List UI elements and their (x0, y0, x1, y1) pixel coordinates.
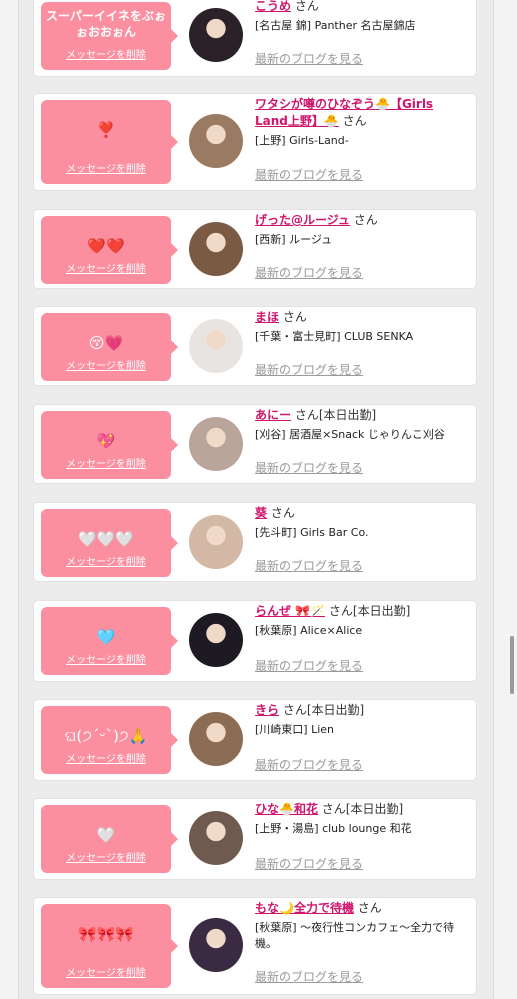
attendance-status: [本日出勤] (318, 408, 377, 422)
shop-info: [西新] ルージュ (255, 233, 333, 246)
honorific: さん (328, 604, 353, 618)
message-bubble: スーパーイイネをぶぉぉおおぉん メッセージを削除 (41, 2, 178, 70)
honorific: さん (294, 0, 319, 13)
delete-message-link[interactable]: メッセージを削除 (41, 853, 171, 865)
message-card: 💖 メッセージを削除 あにー さん[本日出勤] [刈谷] 居酒屋×Snack じ… (34, 405, 476, 483)
delete-message-link[interactable]: メッセージを削除 (41, 361, 171, 373)
message-text: 🤍🤍🤍 (77, 530, 135, 548)
cast-name-link[interactable]: げった@ルージュ (255, 213, 350, 227)
message-card: 🤍🤍🤍 メッセージを削除 葵 さん [先斗町] Girls Bar Co. 最新… (34, 503, 476, 581)
message-text: 😚💗 (88, 334, 124, 352)
message-bubble: ଘ(੭ˊᵕˋ)੭🙏 メッセージを削除 (41, 706, 178, 774)
honorific: さん (342, 114, 367, 128)
cast-name-link[interactable]: あにー (255, 408, 291, 422)
honorific: さん (282, 703, 307, 717)
delete-message-link[interactable]: メッセージを削除 (41, 164, 171, 176)
shop-info: [千葉・富士見町] CLUB SENKA (255, 330, 414, 343)
honorific: さん (270, 506, 295, 520)
attendance-status: [本日出勤] (352, 604, 411, 618)
cast-name-link[interactable]: もな🌙全力で待機 (255, 901, 354, 915)
honorific: さん (353, 213, 378, 227)
latest-blog-link[interactable]: 最新のブログを見る (255, 659, 363, 673)
message-text: 💖 (96, 432, 116, 450)
delete-message-link[interactable]: メッセージを削除 (41, 459, 171, 471)
latest-blog-link[interactable]: 最新のブログを見る (255, 758, 363, 772)
shop-info: [名古屋 錦] Panther 名古屋錦店 (255, 19, 416, 32)
message-card: 😚💗 メッセージを削除 まほ さん [千葉・富士見町] CLUB SENKA 最… (34, 307, 476, 385)
avatar[interactable] (189, 712, 243, 766)
cast-name-link[interactable]: きら (255, 703, 279, 717)
cast-name-link[interactable]: こうめ (255, 0, 291, 13)
avatar[interactable] (189, 811, 243, 865)
message-card: 🤍 メッセージを削除 ひな🐣和花 さん[本日出勤] [上野・湯島] club l… (34, 799, 476, 879)
latest-blog-link[interactable]: 最新のブログを見る (255, 857, 363, 871)
cast-name-link[interactable]: ひな🐣和花 (255, 802, 318, 816)
message-text: ❤️❤️ (87, 237, 125, 255)
honorific: さん (282, 310, 307, 324)
message-card: ❣️ メッセージを削除 ワタシが噂のひなぞう🐣【Girls Land上野】🐣 さ… (34, 94, 476, 190)
shop-info: [秋葉原] Alice×Alice (255, 624, 363, 637)
latest-blog-link[interactable]: 最新のブログを見る (255, 970, 363, 984)
latest-blog-link[interactable]: 最新のブログを見る (255, 461, 363, 475)
latest-blog-link[interactable]: 最新のブログを見る (255, 168, 363, 182)
honorific: さん (294, 408, 319, 422)
message-bubble: 🤍 メッセージを削除 (41, 805, 178, 873)
scrollbar-track[interactable] (507, 0, 517, 999)
shop-info: [先斗町] Girls Bar Co. (255, 526, 369, 539)
attendance-status: [本日出勤] (345, 802, 404, 816)
message-card: ❤️❤️ メッセージを削除 げった@ルージュ さん [西新] ルージュ 最新のブ… (34, 210, 476, 288)
cast-name-link[interactable]: 葵 (255, 506, 267, 520)
shop-info: [秋葉原] 〜夜行性コンカフェ〜全力で待機。 (255, 921, 455, 950)
latest-blog-link[interactable]: 最新のブログを見る (255, 52, 363, 66)
shop-info: [上野] Girls-Land- (255, 134, 349, 147)
message-bubble: 🤍🤍🤍 メッセージを削除 (41, 509, 178, 577)
honorific: さん (357, 901, 382, 915)
avatar[interactable] (189, 613, 243, 667)
latest-blog-link[interactable]: 最新のブログを見る (255, 266, 363, 280)
message-bubble: 🩵 メッセージを削除 (41, 607, 178, 675)
shop-info: [刈谷] 居酒屋×Snack じゃりんこ刈谷 (255, 428, 445, 441)
avatar[interactable] (189, 417, 243, 471)
avatar[interactable] (189, 222, 243, 276)
message-card: 🎀🎀🎀 メッセージを削除 もな🌙全力で待機 さん [秋葉原] 〜夜行性コンカフェ… (34, 898, 476, 994)
message-bubble: 😚💗 メッセージを削除 (41, 313, 178, 381)
delete-message-link[interactable]: メッセージを削除 (41, 264, 171, 276)
message-bubble: ❤️❤️ メッセージを削除 (41, 216, 178, 284)
attendance-status: [本日出勤] (306, 703, 365, 717)
message-text: ଘ(੭ˊᵕˋ)੭🙏 (64, 727, 148, 745)
avatar[interactable] (189, 515, 243, 569)
scrollbar-thumb[interactable] (510, 636, 514, 694)
shop-info: [川崎東口] Lien (255, 723, 335, 736)
delete-message-link[interactable]: メッセージを削除 (41, 557, 171, 569)
delete-message-link[interactable]: メッセージを削除 (41, 50, 171, 62)
message-bubble: 🎀🎀🎀 メッセージを削除 (41, 904, 178, 988)
delete-message-link[interactable]: メッセージを削除 (41, 754, 171, 766)
honorific: さん (321, 802, 346, 816)
message-card: スーパーイイネをぶぉぉおおぉん メッセージを削除 こうめ さん [名古屋 錦] … (34, 0, 476, 76)
delete-message-link[interactable]: メッセージを削除 (41, 655, 171, 667)
latest-blog-link[interactable]: 最新のブログを見る (255, 363, 363, 377)
delete-message-link[interactable]: メッセージを削除 (41, 968, 171, 980)
message-card: ଘ(੭ˊᵕˋ)੭🙏 メッセージを削除 きら さん[本日出勤] [川崎東口] Li… (34, 700, 476, 780)
shop-info: [上野・湯島] club lounge 和花 (255, 822, 412, 835)
avatar[interactable] (189, 8, 243, 62)
message-bubble: 💖 メッセージを削除 (41, 411, 178, 479)
page-margin-left (0, 0, 18, 999)
avatar[interactable] (189, 319, 243, 373)
message-text: 🎀🎀🎀 (77, 925, 135, 943)
message-text: ❣️ (96, 121, 116, 139)
cast-name-link[interactable]: らんぜ 🎀🪄 (255, 604, 325, 618)
avatar[interactable] (189, 114, 243, 168)
message-text: スーパーイイネをぶぉぉおおぉん (46, 9, 166, 39)
latest-blog-link[interactable]: 最新のブログを見る (255, 559, 363, 573)
message-text: 🤍 (96, 826, 116, 844)
message-bubble: ❣️ メッセージを削除 (41, 100, 178, 184)
cast-name-link[interactable]: まほ (255, 310, 279, 324)
message-text: 🩵 (96, 628, 116, 646)
avatar[interactable] (189, 918, 243, 972)
message-card: 🩵 メッセージを削除 らんぜ 🎀🪄 さん[本日出勤] [秋葉原] Alice×A… (34, 601, 476, 681)
